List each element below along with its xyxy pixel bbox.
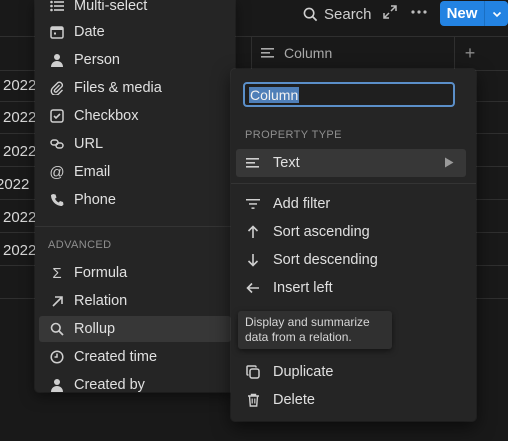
menu-item-label: Relation — [74, 293, 128, 309]
tooltip-line: Display and summarize — [245, 315, 370, 329]
insert-left-item[interactable]: Insert left — [236, 274, 466, 302]
filter-icon — [245, 196, 261, 212]
table-cell[interactable]: 2022 — [3, 143, 36, 160]
list-icon — [49, 0, 65, 14]
menu-item-label: Insert left — [273, 280, 333, 296]
sigma-icon: Σ — [52, 264, 62, 282]
menu-item-label: Email — [74, 164, 111, 180]
menu-item-label: Created time — [74, 349, 158, 365]
column-header-label: Column — [284, 45, 333, 61]
menu-item-relation[interactable]: Relation — [39, 288, 231, 314]
delete-item[interactable]: Delete — [236, 386, 466, 414]
menu-divider — [231, 183, 476, 184]
triangle-right-icon — [444, 157, 454, 168]
menu-divider — [35, 226, 235, 227]
chevron-down-icon — [492, 9, 502, 19]
trash-icon — [245, 392, 261, 408]
new-dropdown-button[interactable] — [484, 1, 508, 26]
table-cell[interactable]: 2022 — [3, 209, 36, 226]
arrow-left-icon — [245, 280, 261, 296]
expand-icon[interactable] — [383, 5, 397, 19]
menu-item-label: Date — [74, 24, 105, 40]
table-cell[interactable]: 2022 — [3, 109, 36, 126]
menu-item-rollup[interactable]: Rollup — [39, 316, 231, 342]
menu-item-multi-select[interactable]: Multi-select — [39, 0, 231, 19]
arrow-down-icon — [245, 252, 261, 268]
arrow-up-icon — [245, 224, 261, 240]
menu-item-checkbox[interactable]: Checkbox — [39, 103, 231, 129]
menu-item-label: Formula — [74, 265, 128, 281]
more-options-icon[interactable] — [410, 3, 428, 21]
menu-item-label: Files & media — [74, 80, 162, 96]
table-cell[interactable]: 2022 — [0, 176, 29, 193]
clock-icon — [49, 349, 65, 365]
section-title-property-type: PROPERTY TYPE — [245, 129, 342, 141]
property-type-selector[interactable]: Text — [236, 149, 466, 177]
checkbox-icon — [49, 108, 65, 124]
arrow-up-right-icon — [49, 293, 65, 309]
text-lines-icon — [260, 45, 276, 61]
search-icon — [49, 321, 65, 337]
menu-item-phone[interactable]: Phone — [39, 187, 231, 213]
menu-item-label: Duplicate — [273, 364, 334, 380]
table-cell[interactable]: 2022 — [3, 77, 36, 94]
menu-item-files-media[interactable]: Files & media — [39, 75, 231, 101]
menu-item-label: URL — [74, 136, 104, 152]
menu-item-url[interactable]: URL — [39, 131, 231, 157]
property-type-label: Text — [273, 155, 300, 171]
paperclip-icon — [49, 80, 65, 96]
link-icon — [49, 136, 65, 152]
menu-item-created-time[interactable]: Created time — [39, 344, 231, 370]
sort-ascending-item[interactable]: Sort ascending — [236, 218, 466, 246]
menu-item-label: Sort descending — [273, 252, 378, 268]
phone-icon — [49, 192, 65, 208]
property-name-value: Column — [249, 86, 300, 103]
menu-item-label: Sort ascending — [273, 224, 370, 240]
column-header[interactable]: Column — [251, 37, 453, 69]
search-button[interactable]: Search — [302, 4, 372, 24]
section-title-advanced: ADVANCED — [48, 239, 112, 251]
sort-descending-item[interactable]: Sort descending — [236, 246, 466, 274]
duplicate-item[interactable]: Duplicate — [236, 358, 466, 386]
menu-item-label: Created by — [74, 377, 145, 392]
search-label: Search — [324, 5, 372, 23]
add-column-button[interactable]: + — [454, 37, 485, 69]
at-icon: @ — [49, 163, 65, 181]
person-icon — [49, 52, 65, 68]
menu-item-label: Add filter — [273, 196, 331, 212]
menu-item-person[interactable]: Person — [39, 47, 231, 73]
menu-item-label: Phone — [74, 192, 116, 208]
person-icon — [49, 377, 65, 392]
menu-item-label: Delete — [273, 392, 315, 408]
menu-item-label: Person — [74, 52, 120, 68]
menu-item-created-by[interactable]: Created by — [39, 372, 231, 392]
property-name-input[interactable]: Column — [243, 82, 455, 107]
rollup-tooltip: Display and summarize data from a relati… — [238, 311, 392, 349]
plus-icon: + — [464, 42, 476, 63]
menu-item-email[interactable]: @ Email — [39, 159, 231, 185]
calendar-icon — [49, 24, 65, 40]
add-filter-item[interactable]: Add filter — [236, 190, 466, 218]
menu-item-label: Multi-select — [74, 0, 148, 14]
tooltip-line: data from a relation. — [245, 330, 352, 344]
menu-item-label: Checkbox — [74, 108, 139, 124]
table-cell[interactable]: 2022 — [3, 242, 36, 259]
menu-item-label: Rollup — [74, 321, 116, 337]
new-button[interactable]: New — [440, 1, 484, 26]
new-button-group: New — [440, 1, 508, 26]
menu-item-formula[interactable]: Σ Formula — [39, 260, 231, 286]
text-lines-icon — [245, 155, 261, 171]
search-icon — [302, 6, 318, 22]
menu-item-date[interactable]: Date — [39, 19, 231, 45]
duplicate-icon — [245, 364, 261, 380]
property-menu: Column PROPERTY TYPE Text Add filter Sor… — [231, 69, 476, 421]
property-type-menu: Multi-select Date Person Files & media C… — [35, 0, 235, 392]
